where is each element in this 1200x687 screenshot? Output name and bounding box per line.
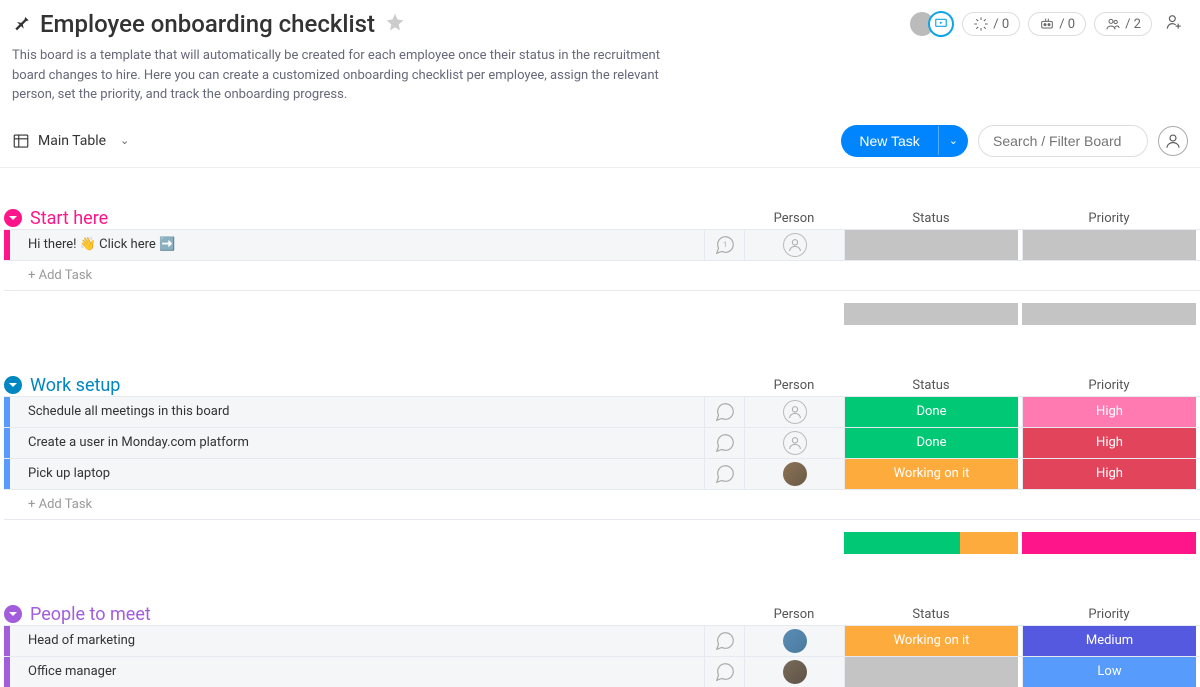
column-person[interactable]: Person [744,378,844,393]
group-people-to-meet: People to meet Person Status Priority He… [0,604,1200,687]
task-row[interactable]: Create a user in Monday.com platform Don… [4,427,1200,458]
column-status[interactable]: Status [844,607,1018,622]
board-description[interactable]: This board is a template that will autom… [12,46,682,105]
task-row[interactable]: Schedule all meetings in this board Done… [4,396,1200,427]
chat-icon[interactable] [704,397,744,427]
person-cell[interactable] [744,428,844,458]
task-name[interactable]: Office manager [10,657,704,687]
column-person[interactable]: Person [744,211,844,226]
new-task-button[interactable]: New Task ⌄ [841,125,968,157]
group-title[interactable]: Work setup [30,375,120,396]
search-input[interactable] [978,125,1148,157]
chevron-down-icon[interactable]: ⌄ [120,134,129,147]
column-person[interactable]: Person [744,607,844,622]
add-task-row[interactable]: + Add Task [4,260,1200,291]
chat-icon[interactable] [704,428,744,458]
board-title[interactable]: Employee onboarding checklist [40,10,375,38]
priority-cell[interactable]: Low [1022,657,1196,687]
task-row[interactable]: Head of marketing Working on it Medium [4,625,1200,656]
group-work-setup: Work setup Person Status Priority Schedu… [0,375,1200,554]
column-status[interactable]: Status [844,211,1018,226]
chat-icon[interactable] [704,459,744,489]
task-name[interactable]: Hi there! 👋 Click here ➡️ [10,230,704,260]
header-right: / 0 / 0 / 2 [910,11,1188,37]
person-cell[interactable] [744,230,844,260]
status-cell[interactable]: Working on it [844,626,1018,656]
task-row[interactable]: Hi there! 👋 Click here ➡️ 1 [4,229,1200,260]
priority-cell[interactable] [1022,230,1196,260]
priority-cell[interactable]: High [1022,397,1196,427]
status-cell[interactable] [844,230,1018,260]
priority-cell[interactable]: Medium [1022,626,1196,656]
person-cell[interactable] [744,397,844,427]
task-name[interactable]: Schedule all meetings in this board [10,397,704,427]
person-cell[interactable] [744,459,844,489]
status-cell[interactable]: Done [844,428,1018,458]
presentation-icon[interactable] [928,11,954,37]
person-cell[interactable] [744,626,844,656]
person-filter-icon[interactable] [1158,126,1188,156]
new-task-dropdown[interactable]: ⌄ [938,126,968,155]
task-row[interactable]: Office manager Low [4,656,1200,687]
chat-icon[interactable] [704,626,744,656]
column-status[interactable]: Status [844,378,1018,393]
status-cell[interactable]: Working on it [844,459,1018,489]
column-priority[interactable]: Priority [1022,378,1196,393]
collapse-icon[interactable] [4,605,22,623]
status-cell[interactable]: Done [844,397,1018,427]
group-summary [4,532,1200,554]
task-name[interactable]: Pick up laptop [10,459,704,489]
collapse-icon[interactable] [4,376,22,394]
person-cell[interactable] [744,657,844,687]
chat-icon[interactable]: 1 [704,230,744,260]
task-name[interactable]: Head of marketing [10,626,704,656]
svg-text:1: 1 [722,239,726,248]
chat-icon[interactable] [704,657,744,687]
integrations-badge[interactable]: / 0 [1028,12,1086,36]
column-priority[interactable]: Priority [1022,607,1196,622]
group-title[interactable]: People to meet [30,604,151,625]
task-name[interactable]: Create a user in Monday.com platform [10,428,704,458]
task-row[interactable]: Pick up laptop Working on it High [4,458,1200,489]
group-title[interactable]: Start here [30,208,108,229]
invite-icon[interactable] [1160,12,1188,36]
add-task-row[interactable]: + Add Task [4,489,1200,520]
automations-badge[interactable]: / 0 [962,12,1020,36]
star-icon[interactable] [385,12,405,36]
group-summary [4,303,1200,325]
collapse-icon[interactable] [4,209,22,227]
status-cell[interactable] [844,657,1018,687]
priority-cell[interactable]: High [1022,428,1196,458]
priority-cell[interactable]: High [1022,459,1196,489]
main-table-view[interactable]: Main Table ⌄ [12,132,129,150]
column-priority[interactable]: Priority [1022,211,1196,226]
group-start-here: Start here Person Status Priority Hi the… [0,208,1200,325]
members-badge[interactable]: / 2 [1094,12,1152,36]
pin-icon [12,12,32,36]
